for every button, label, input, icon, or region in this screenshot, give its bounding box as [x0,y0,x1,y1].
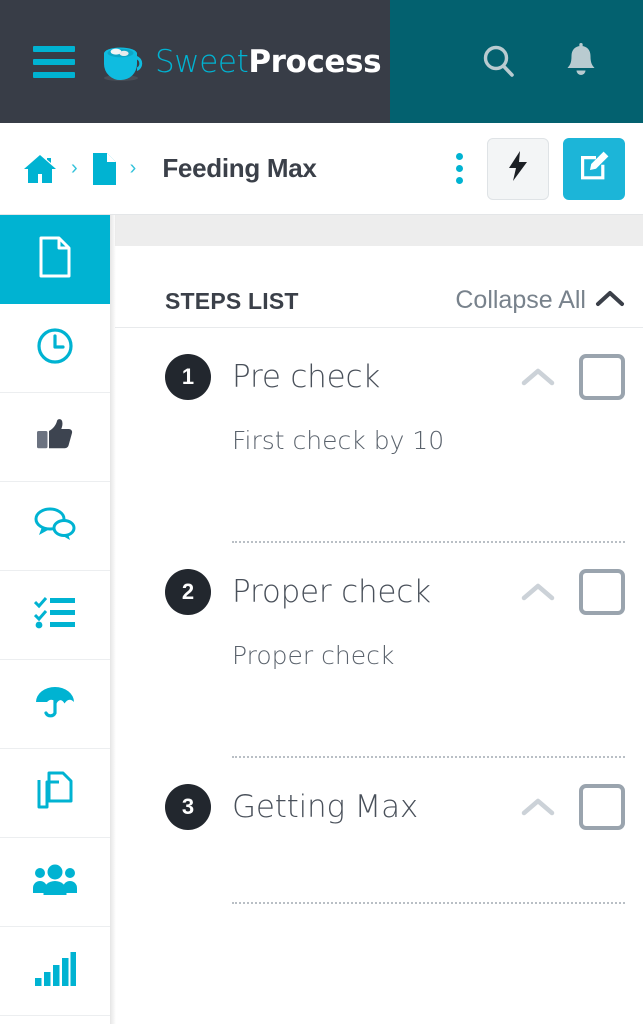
quick-actions-button[interactable] [487,137,549,200]
top-navigation-bar: SweetProcess [0,0,643,123]
checklist-icon [33,596,76,635]
step-spacing [165,830,625,902]
step-spacing [165,670,625,756]
step-divider [232,902,625,904]
collapse-all-button[interactable]: Collapse All [455,286,625,315]
hamburger-bar [33,45,75,52]
chevron-up-icon [595,288,625,313]
team-icon [32,864,78,901]
step-header-row: 1 Pre check [165,328,625,400]
content-area: STEPS LIST Collapse All 1 Pre check Firs… [0,215,643,1024]
search-icon[interactable] [473,36,525,88]
sidebar-item-document[interactable] [0,215,110,304]
breadcrumb-bar: › › Feeding Max [0,123,643,215]
step-collapse-chevron-up-icon[interactable] [521,366,555,388]
step-description: First check by 10 [232,426,445,455]
app-root: SweetProcess › › Feeding Max STEPS LIST … [0,0,643,1024]
kebab-dot [455,153,463,160]
edit-pencil-icon [578,150,610,187]
step-title: Pre check [232,359,381,395]
brand-logo[interactable]: SweetProcess [101,42,382,82]
left-sidebar [0,215,116,1024]
step-collapse-chevron-up-icon[interactable] [521,796,555,818]
edit-button[interactable] [563,137,625,200]
hamburger-bar [33,71,75,78]
coffee-cup-icon [101,42,148,82]
brand-name: SweetProcess [155,43,382,80]
step-number-badge: 3 [165,784,211,830]
step-header-row: 3 Getting Max [165,758,625,830]
sidebar-item-history[interactable] [0,304,110,393]
step-item[interactable]: 1 Pre check First check by 10 [115,328,643,543]
sidebar-item-policies[interactable] [0,660,110,749]
comments-icon [34,506,76,547]
kebab-dot [455,177,463,184]
sidebar-item-approvals[interactable] [0,393,110,482]
step-number-badge: 2 [165,569,211,615]
step-header-row: 2 Proper check [165,543,625,615]
breadcrumb-separator: › [71,157,78,179]
step-item[interactable]: 3 Getting Max [115,758,643,904]
sidebar-item-comments[interactable] [0,482,110,571]
sidebar-item-teams[interactable] [0,838,110,927]
collapse-all-label: Collapse All [455,286,586,314]
step-description: Proper check [232,641,395,670]
step-item[interactable]: 2 Proper check Proper check [115,543,643,758]
steps-header: STEPS LIST Collapse All [115,246,643,328]
step-checkbox[interactable] [579,784,625,830]
lightning-bolt-icon [506,150,530,187]
sidebar-item-copies[interactable] [0,749,110,838]
step-number-badge: 1 [165,354,211,400]
home-icon[interactable] [22,153,58,185]
brand-name-part2: Process [248,43,382,80]
step-spacing [165,455,625,541]
thumbs-up-icon [35,416,75,459]
step-title: Getting Max [232,789,419,825]
sidebar-item-tasks[interactable] [0,571,110,660]
bell-icon[interactable] [555,36,607,88]
bar-chart-icon [34,951,76,991]
sidebar-item-reports[interactable] [0,927,110,1016]
umbrella-icon [34,684,76,725]
steps-list-title: STEPS LIST [165,288,299,314]
hamburger-bar [33,58,75,65]
kebab-dot [455,165,463,172]
horizontal-scroll-area [115,215,643,246]
step-checkbox[interactable] [579,569,625,615]
copy-icon [37,771,73,816]
topnav-left-section: SweetProcess [0,0,390,123]
document-icon[interactable] [91,152,117,186]
step-collapse-chevron-up-icon[interactable] [521,581,555,603]
topnav-right-section [390,0,643,123]
step-title: Proper check [232,574,431,610]
page-title: Feeding Max [162,153,317,183]
step-checkbox[interactable] [579,354,625,400]
kebab-menu-icon[interactable] [445,153,473,184]
steps-panel: STEPS LIST Collapse All 1 Pre check Firs… [115,246,643,1024]
brand-name-part1: Sweet [155,43,249,80]
clock-icon [36,327,74,370]
breadcrumb-separator: › [129,157,137,179]
hamburger-icon[interactable] [33,45,75,78]
document-icon [38,236,72,283]
